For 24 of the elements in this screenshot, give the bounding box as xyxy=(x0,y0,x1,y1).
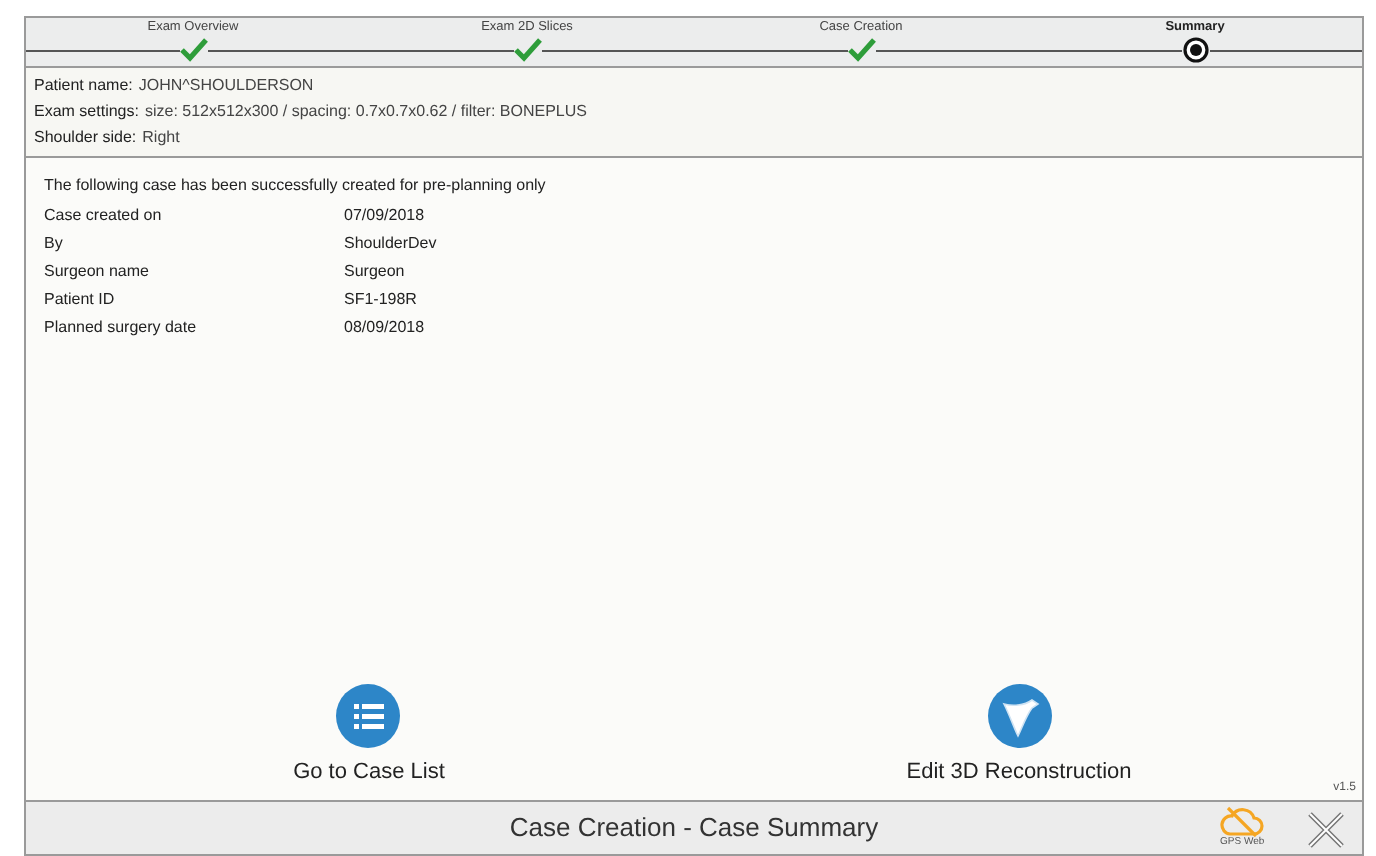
field-value: SF1-198R xyxy=(344,288,419,312)
close-icon[interactable] xyxy=(1308,812,1344,848)
screen-title: Case Creation - Case Summary xyxy=(509,810,879,847)
field-value: 08/09/2018 xyxy=(344,316,427,340)
bone-icon xyxy=(987,683,1051,747)
summary-message: The following case has been successfully created for pre-planning only xyxy=(44,174,548,198)
field-label: Patient ID xyxy=(44,288,117,312)
field-value: Surgeon xyxy=(344,260,407,284)
info-value: JOHN^SHOULDERSON xyxy=(138,74,314,98)
info-label: Exam settings: xyxy=(34,100,139,124)
action-button[interactable]: Edit 3D Reconstruction xyxy=(906,683,1132,788)
field-value: ShoulderDev xyxy=(344,232,439,256)
action-button[interactable]: Go to Case List xyxy=(293,683,445,788)
info-label: Shoulder side: xyxy=(34,126,137,150)
cloud-off-icon xyxy=(1220,806,1265,838)
info-value: Right xyxy=(142,126,180,150)
field-value: 07/09/2018 xyxy=(344,204,427,228)
field-label: Case created on xyxy=(44,204,164,228)
info-label: Patient name: xyxy=(34,74,133,98)
field-label: By xyxy=(44,232,65,256)
info-value: size: 512x512x300 / spacing: 0.7x0.7x0.62 / filter: BONEPLUS xyxy=(144,100,587,124)
field-label: Surgeon name xyxy=(44,260,151,284)
field-label: Planned surgery date xyxy=(44,316,199,340)
list-icon xyxy=(336,683,401,747)
